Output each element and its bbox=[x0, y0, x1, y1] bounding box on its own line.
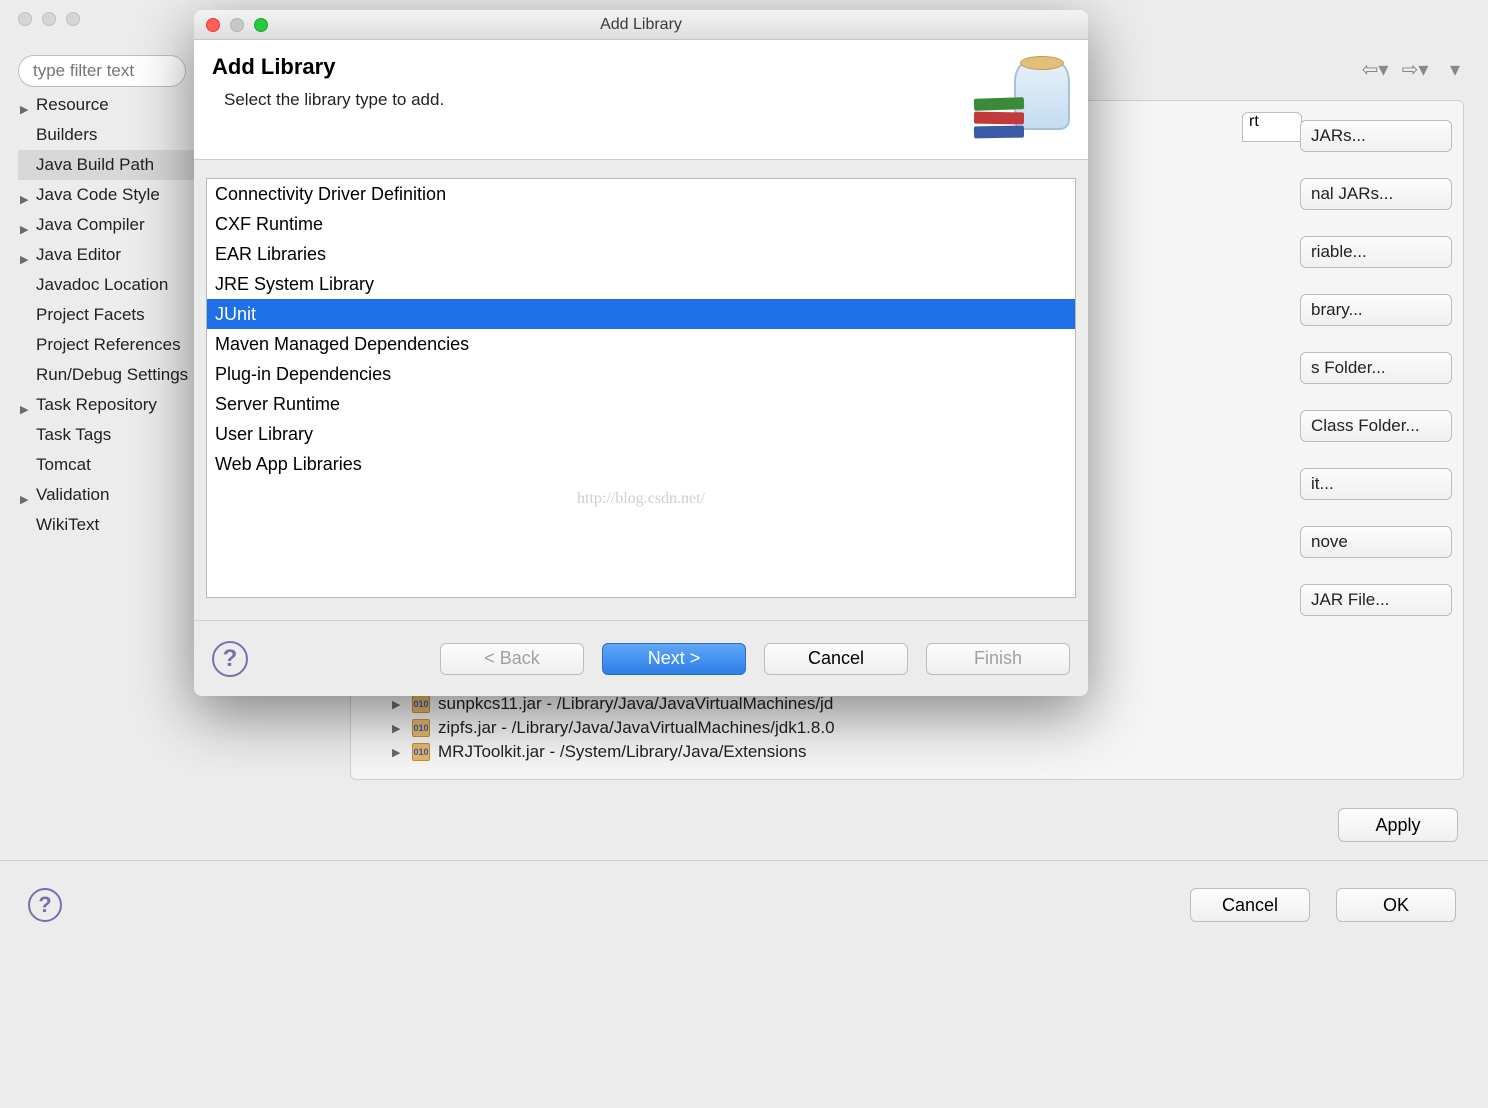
nav-item[interactable]: Javadoc Location bbox=[18, 270, 198, 300]
dialog-header: Add Library Select the library type to a… bbox=[194, 40, 1088, 160]
nav-item[interactable]: Validation bbox=[18, 480, 198, 510]
jar-tree[interactable]: ▶ 010 sunpkcs11.jar - /Library/Java/JavaVi… bbox=[392, 692, 1062, 764]
classpath-action-button[interactable]: Class Folder... bbox=[1300, 410, 1452, 442]
cancel-button[interactable]: Cancel bbox=[1190, 888, 1310, 922]
library-type-item[interactable]: Connectivity Driver Definition bbox=[207, 179, 1075, 209]
nav-item[interactable]: Task Repository bbox=[18, 390, 198, 420]
back-button: < Back bbox=[440, 643, 584, 675]
dialog-cancel-button[interactable]: Cancel bbox=[764, 643, 908, 675]
filter-input[interactable] bbox=[18, 55, 186, 87]
close-icon[interactable] bbox=[206, 18, 220, 32]
dialog-subtitle: Select the library type to add. bbox=[212, 90, 1070, 110]
classpath-action-button[interactable]: nal JARs... bbox=[1300, 178, 1452, 210]
nav-item[interactable]: WikiText bbox=[18, 510, 198, 540]
nav-item[interactable]: Java Code Style bbox=[18, 180, 198, 210]
dialog-title: Add Library bbox=[600, 16, 682, 33]
library-type-item[interactable]: User Library bbox=[207, 419, 1075, 449]
add-library-dialog: Add Library Add Library Select the libra… bbox=[194, 10, 1088, 696]
apply-button[interactable]: Apply bbox=[1338, 808, 1458, 842]
nav-item[interactable]: Java Build Path bbox=[18, 150, 198, 180]
nav-item[interactable]: Resource bbox=[18, 90, 198, 120]
nav-item[interactable]: Task Tags bbox=[18, 420, 198, 450]
nav-history: ⇦▾ ⇨▾ ▾ bbox=[1362, 58, 1468, 80]
classpath-action-button[interactable]: nove bbox=[1300, 526, 1452, 558]
bg-zoom-icon bbox=[66, 12, 80, 26]
jar-file-icon: 010 bbox=[412, 719, 430, 737]
jar-tree-row[interactable]: ▶ 010 zipfs.jar - /Library/Java/JavaVirtua… bbox=[392, 716, 1062, 740]
dialog-help-icon[interactable]: ? bbox=[212, 641, 248, 677]
classpath-action-button[interactable]: it... bbox=[1300, 468, 1452, 500]
expand-arrow-icon[interactable]: ▶ bbox=[392, 746, 404, 759]
library-type-item[interactable]: CXF Runtime bbox=[207, 209, 1075, 239]
nav-back-icon[interactable]: ⇦▾ bbox=[1362, 58, 1388, 80]
nav-item[interactable]: Java Editor bbox=[18, 240, 198, 270]
bg-close-icon bbox=[18, 12, 32, 26]
jar-file-icon: 010 bbox=[412, 743, 430, 761]
nav-item[interactable]: Run/Debug Settings bbox=[18, 360, 198, 390]
tab-partial[interactable]: rt bbox=[1242, 112, 1302, 142]
jar-file-icon: 010 bbox=[412, 695, 430, 713]
classpath-action-button[interactable]: JAR File... bbox=[1300, 584, 1452, 616]
nav-item[interactable]: Project References bbox=[18, 330, 198, 360]
library-type-item[interactable]: JRE System Library bbox=[207, 269, 1075, 299]
classpath-buttons: JARs... nal JARs... riable... brary... s Fol… bbox=[1300, 120, 1460, 642]
dialog-titlebar: Add Library bbox=[194, 10, 1088, 40]
nav-forward-icon[interactable]: ⇨▾ bbox=[1402, 58, 1428, 80]
library-type-item[interactable]: Web App Libraries bbox=[207, 449, 1075, 479]
dialog-footer: ? < Back Next > Cancel Finish bbox=[194, 620, 1088, 696]
bg-window-controls bbox=[18, 12, 80, 26]
library-type-item[interactable]: EAR Libraries bbox=[207, 239, 1075, 269]
classpath-action-button[interactable]: s Folder... bbox=[1300, 352, 1452, 384]
library-type-item[interactable]: Plug-in Dependencies bbox=[207, 359, 1075, 389]
bg-minimize-icon bbox=[42, 12, 56, 26]
finish-button: Finish bbox=[926, 643, 1070, 675]
help-icon[interactable]: ? bbox=[28, 888, 62, 922]
classpath-action-button[interactable]: JARs... bbox=[1300, 120, 1452, 152]
jar-tree-row[interactable]: ▶ 010 MRJToolkit.jar - /System/Library/Jav… bbox=[392, 740, 1062, 764]
nav-item[interactable]: Tomcat bbox=[18, 450, 198, 480]
nav-menu-icon[interactable]: ▾ bbox=[1442, 58, 1468, 80]
classpath-action-button[interactable]: riable... bbox=[1300, 236, 1452, 268]
nav-item[interactable]: Java Compiler bbox=[18, 210, 198, 240]
jar-label: MRJToolkit.jar - /System/Library/Java/Ex… bbox=[438, 742, 806, 762]
library-type-item[interactable]: Maven Managed Dependencies bbox=[207, 329, 1075, 359]
nav-item[interactable]: Builders bbox=[18, 120, 198, 150]
classpath-action-button[interactable]: brary... bbox=[1300, 294, 1452, 326]
next-button[interactable]: Next > bbox=[602, 643, 746, 675]
minimize-icon bbox=[230, 18, 244, 32]
dialog-heading: Add Library bbox=[212, 54, 1070, 80]
jar-label: sunpkcs11.jar - /Library/Java/JavaVirtua… bbox=[438, 694, 833, 714]
preferences-tree[interactable]: ResourceBuildersJava Build PathJava Code… bbox=[18, 90, 198, 540]
library-type-list[interactable]: Connectivity Driver DefinitionCXF Runtim… bbox=[206, 178, 1076, 598]
zoom-icon[interactable] bbox=[254, 18, 268, 32]
library-type-item[interactable]: JUnit bbox=[207, 299, 1075, 329]
nav-item[interactable]: Project Facets bbox=[18, 300, 198, 330]
library-jar-icon bbox=[974, 62, 1074, 142]
expand-arrow-icon[interactable]: ▶ bbox=[392, 698, 404, 711]
ok-button[interactable]: OK bbox=[1336, 888, 1456, 922]
jar-label: zipfs.jar - /Library/Java/JavaVirtualMac… bbox=[438, 718, 835, 738]
expand-arrow-icon[interactable]: ▶ bbox=[392, 722, 404, 735]
dialog-window-controls bbox=[206, 18, 268, 32]
library-type-item[interactable]: Server Runtime bbox=[207, 389, 1075, 419]
